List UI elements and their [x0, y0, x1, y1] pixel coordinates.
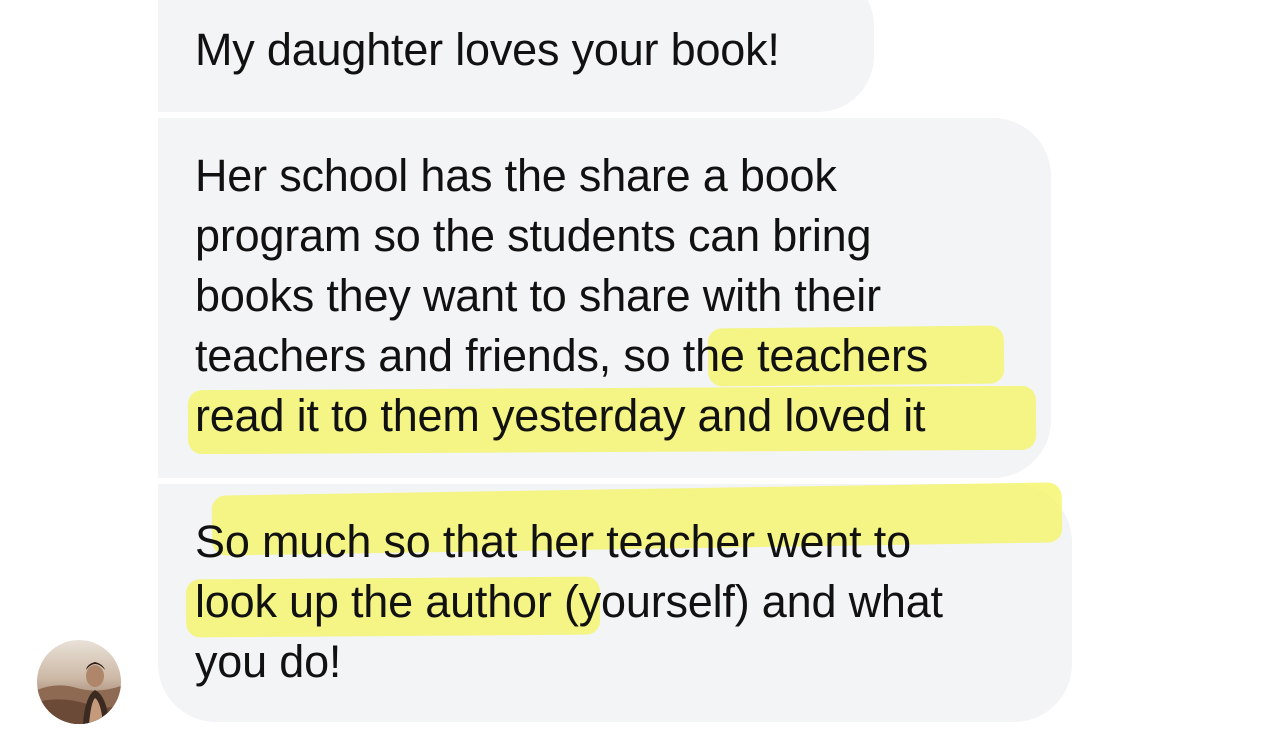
- sender-avatar[interactable]: [37, 640, 121, 724]
- message-line: read it to them yesterday and loved it: [195, 390, 926, 441]
- user-photo-avatar-icon: [37, 640, 121, 724]
- message-line: My daughter loves your book!: [195, 24, 780, 75]
- message-line: books they want to share with their: [195, 270, 881, 321]
- message-line: you do!: [195, 636, 342, 687]
- chat-thread: My daughter loves your book! Her school …: [0, 0, 1279, 737]
- message-line: program so the students can bring: [195, 210, 872, 261]
- message-line: teachers and friends, so the teachers: [195, 330, 929, 381]
- message-line: So much so that her teacher went to: [195, 516, 911, 567]
- message-line: Her school has the share a book: [195, 150, 837, 201]
- message-line: look up the author (yourself) and what: [195, 576, 943, 627]
